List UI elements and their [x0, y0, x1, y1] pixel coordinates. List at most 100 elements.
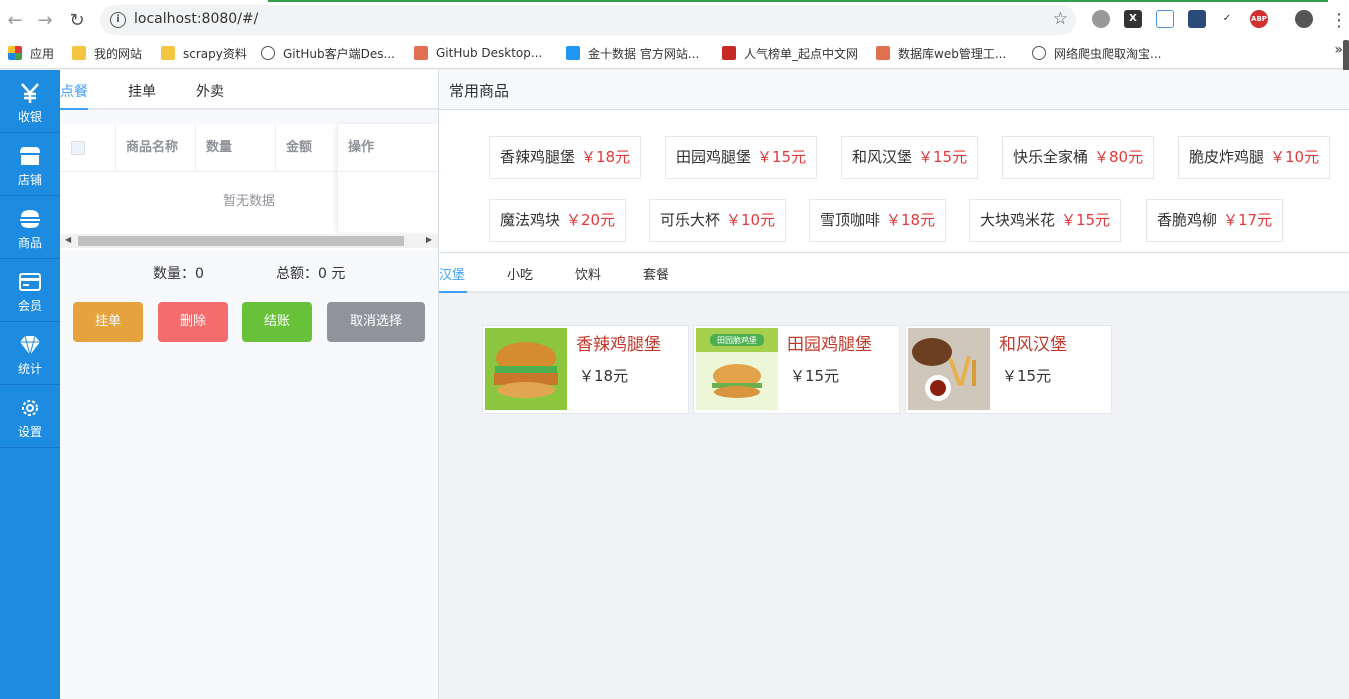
delete-button[interactable]: 删除: [158, 302, 228, 342]
bookmark-label: 我的网站: [94, 46, 143, 61]
sidebar-item-label: 统计: [17, 362, 42, 376]
sidebar-item-member[interactable]: 会员: [0, 259, 60, 322]
scroll-right-arrow-icon[interactable]: ▶: [426, 235, 432, 244]
goods-card[interactable]: 香辣鸡腿堡 ￥18元: [482, 325, 689, 414]
common-goods-item[interactable]: 香脆鸡柳 ￥17元: [1146, 199, 1284, 242]
bookmark-item[interactable]: 我的网站: [72, 44, 142, 62]
bookmark-star-icon[interactable]: ☆: [1053, 9, 1068, 29]
bookmark-apps[interactable]: 应用: [8, 44, 54, 62]
goods-price: ￥80元: [1094, 148, 1144, 166]
sidebar-item-label: 设置: [17, 425, 42, 439]
sum-value: 0 元: [318, 266, 346, 282]
site-icon: [414, 46, 428, 60]
info-icon[interactable]: i: [110, 12, 126, 28]
total-sum: 总额：0 元: [276, 263, 345, 283]
adblock-icon[interactable]: ABP: [1250, 10, 1268, 28]
tab-combo[interactable]: 套餐: [643, 264, 669, 283]
column-header-amount[interactable]: 金额: [276, 124, 338, 172]
common-goods-list: 香辣鸡腿堡 ￥18元 田园鸡腿堡 ￥15元 和风汉堡 ￥15元 快乐全家桶 ￥80元 脆…: [439, 110, 1349, 253]
bookmark-item[interactable]: 网络爬虫爬取淘宝...: [1032, 44, 1161, 62]
profile-icon[interactable]: [1295, 10, 1313, 28]
extension-camera-icon[interactable]: [1188, 10, 1206, 28]
column-header-name[interactable]: 商品名称: [116, 124, 196, 172]
back-arrow-icon[interactable]: ←: [2, 7, 28, 33]
folder-icon: [72, 46, 86, 60]
extension-key-icon[interactable]: [1092, 10, 1110, 28]
sidebar-item-goods[interactable]: 商品: [0, 196, 60, 259]
github-icon: [1032, 46, 1046, 60]
tab-takeout[interactable]: 外卖: [196, 81, 224, 101]
bookmark-label: 人气榜单_起点中文网: [744, 46, 859, 61]
more-bookmarks-icon[interactable]: »: [1334, 42, 1343, 58]
extension-x-icon[interactable]: X: [1124, 10, 1142, 28]
forward-arrow-icon[interactable]: →: [32, 7, 58, 33]
diamond-icon: [20, 335, 40, 356]
sidebar-item-settings[interactable]: 设置: [0, 385, 60, 448]
common-goods-item[interactable]: 快乐全家桶 ￥80元: [1002, 136, 1155, 179]
category-tabs: 汉堡 小吃 饮料 套餐: [439, 253, 1349, 293]
bookmark-item[interactable]: 人气榜单_起点中文网: [722, 44, 858, 62]
tab-drink[interactable]: 饮料: [575, 264, 601, 283]
goods-price: ￥18元: [886, 211, 936, 229]
bookmark-item[interactable]: GitHub Desktop...: [414, 44, 542, 62]
tab-snack[interactable]: 小吃: [507, 264, 533, 283]
bookmark-label: 网络爬虫爬取淘宝...: [1054, 46, 1162, 61]
common-goods-item[interactable]: 香辣鸡腿堡 ￥18元: [489, 136, 642, 179]
sidebar-item-shop[interactable]: 店铺: [0, 133, 60, 196]
extension-check-icon[interactable]: ✓: [1218, 10, 1236, 28]
sidebar: 收银 店铺 商品 会员 统计 设置: [0, 70, 60, 699]
count-value: 0: [195, 266, 204, 282]
scrollbar-thumb[interactable]: [78, 236, 404, 246]
tab-active-indicator: [60, 108, 88, 110]
tab-burger[interactable]: 汉堡: [439, 264, 465, 283]
menu-dots-icon[interactable]: ⋮: [1326, 7, 1349, 33]
checkout-button[interactable]: 结账: [242, 302, 312, 342]
common-goods-item[interactable]: 魔法鸡块 ￥20元: [489, 199, 627, 242]
clear-selection-button[interactable]: 取消选择: [327, 302, 425, 342]
bookmark-item[interactable]: GitHub客户端Des...: [261, 44, 395, 62]
shop-icon: [20, 147, 40, 165]
hold-order-button[interactable]: 挂单: [73, 302, 143, 342]
goods-name: 魔法鸡块: [500, 211, 561, 229]
goods-name: 香辣鸡腿堡: [576, 335, 661, 355]
select-all-checkbox[interactable]: [71, 141, 85, 155]
tab-pending[interactable]: 挂单: [128, 81, 156, 101]
sidebar-item-cashier[interactable]: 收银: [0, 70, 60, 133]
sidebar-item-stats[interactable]: 统计: [0, 322, 60, 385]
common-goods-item[interactable]: 田园鸡腿堡 ￥15元: [665, 136, 818, 179]
url-text[interactable]: localhost:8080/#/: [134, 11, 258, 27]
common-goods-item[interactable]: 大块鸡米花 ￥15元: [969, 199, 1122, 242]
bookmark-item[interactable]: 数据库web管理工...: [876, 44, 1006, 62]
site-icon: [566, 46, 580, 60]
bookmark-item[interactable]: 金十数据 官方网站...: [566, 44, 699, 62]
common-goods-item[interactable]: 脆皮炸鸡腿 ￥10元: [1178, 136, 1331, 179]
goods-price: ￥15元: [1061, 211, 1111, 229]
common-goods-item[interactable]: 可乐大杯 ￥10元: [649, 199, 787, 242]
tab-order[interactable]: 点餐: [60, 81, 88, 101]
bookmark-label: 数据库web管理工...: [898, 46, 1007, 61]
bookmarks-bar: 应用 我的网站 scrapy资料 GitHub客户端Des... GitHub …: [0, 37, 1349, 69]
common-goods-item[interactable]: 雪顶咖啡 ￥18元: [809, 199, 947, 242]
common-goods-item[interactable]: 和风汉堡 ￥15元: [841, 136, 979, 179]
table-horizontal-scrollbar[interactable]: ◀ ▶: [60, 234, 438, 248]
reload-icon[interactable]: ↻: [64, 7, 90, 33]
column-header-qty[interactable]: 数量: [196, 124, 276, 172]
goods-card[interactable]: 和风汉堡 ￥15元: [905, 325, 1112, 414]
fixed-column-shadow: [337, 124, 438, 232]
garden-burger-image: 田园脆鸡堡: [696, 328, 778, 410]
card-icon: [19, 273, 41, 291]
gear-icon: [22, 400, 38, 416]
goods-price: ￥15元: [918, 148, 968, 166]
extension-download-icon[interactable]: [1156, 10, 1174, 28]
bookmark-item[interactable]: scrapy资料: [161, 44, 247, 62]
goods-price: ￥15元: [1002, 367, 1052, 385]
goods-name: 脆皮炸鸡腿: [1189, 148, 1265, 166]
scroll-left-arrow-icon[interactable]: ◀: [65, 235, 71, 244]
address-bar[interactable]: i localhost:8080/#/ ☆: [100, 5, 1076, 35]
goods-card[interactable]: 田园脆鸡堡 田园鸡腿堡 ￥15元: [693, 325, 900, 414]
sidebar-item-label: 商品: [17, 236, 42, 250]
goods-name: 和风汉堡: [852, 148, 913, 166]
goods-name: 可乐大杯: [660, 211, 721, 229]
total-count: 数量：0: [153, 263, 204, 283]
tab-active-indicator: [439, 291, 467, 293]
